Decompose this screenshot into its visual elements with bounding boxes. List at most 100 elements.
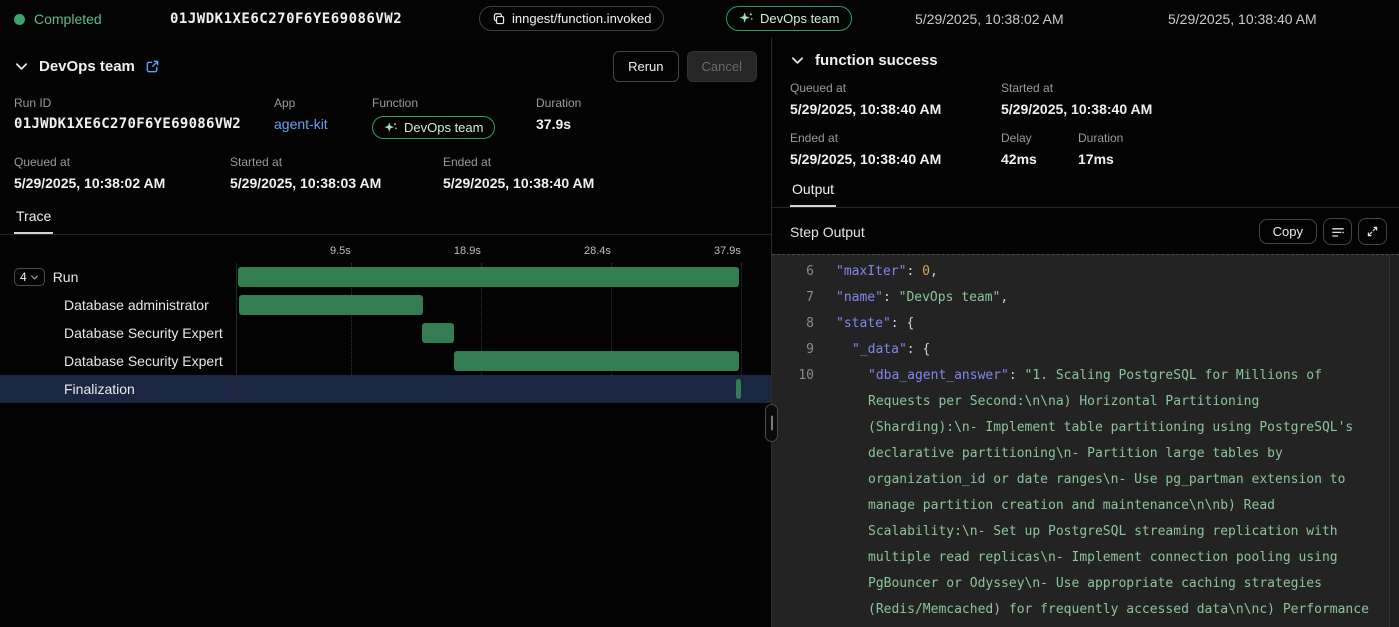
main-split: DevOps team Rerun Cancel Run ID 01JWDK1X… bbox=[0, 38, 1399, 627]
code-text: "_data": { bbox=[852, 337, 958, 363]
tab-trace[interactable]: Trace bbox=[14, 204, 53, 234]
step-duration-label: Duration bbox=[1078, 131, 1123, 145]
step-details-panel: function success Queued at 5/29/2025, 10… bbox=[772, 38, 1399, 627]
trace-row-label: Database administrator bbox=[64, 297, 209, 313]
code-line: 8"state": { bbox=[772, 311, 1399, 337]
code-text: "dba_agent_answer": "1. Scaling PostgreS… bbox=[868, 363, 1399, 627]
function-badge-label: DevOps team bbox=[404, 120, 483, 135]
trace-row-name: Database Security Expert bbox=[0, 347, 237, 375]
trace-row[interactable]: Database Security Expert bbox=[0, 319, 771, 347]
copy-stack-icon bbox=[492, 12, 506, 26]
axis-tick-label: 18.9s bbox=[454, 245, 481, 257]
step-ended-value: 5/29/2025, 10:38:40 AM bbox=[790, 151, 1001, 167]
status-label: Completed bbox=[34, 11, 102, 27]
code-lines: 6"maxIter": 0,7"name": "DevOps team",8"s… bbox=[772, 259, 1399, 627]
step-output-toolbar: Step Output Copy bbox=[772, 208, 1399, 254]
event-badge-label: inngest/function.invoked bbox=[512, 11, 651, 26]
function-badge-topbar-label: DevOps team bbox=[760, 11, 839, 26]
trace-row-name: Finalization bbox=[0, 375, 237, 403]
step-queued-label: Queued at bbox=[790, 81, 1001, 95]
event-badge[interactable]: inngest/function.invoked bbox=[479, 6, 664, 31]
ended-at-label: Ended at bbox=[443, 155, 594, 169]
started-at-value: 5/29/2025, 10:38:03 AM bbox=[230, 175, 443, 191]
status-dot bbox=[14, 14, 25, 25]
code-viewer: 6"maxIter": 0,7"name": "DevOps team",8"s… bbox=[772, 254, 1399, 627]
copy-button[interactable]: Copy bbox=[1259, 219, 1317, 244]
trace-tabs: Trace bbox=[0, 204, 771, 235]
step-started-label: Started at bbox=[1001, 81, 1152, 95]
axis-tick-label: 37.9s bbox=[714, 245, 741, 257]
line-number: 7 bbox=[772, 285, 814, 311]
trace-span-bar[interactable] bbox=[238, 267, 739, 287]
code-text: "maxIter": 0, bbox=[836, 259, 966, 285]
code-line: 9 "_data": { bbox=[772, 337, 1399, 363]
duration-label: Duration bbox=[536, 96, 581, 110]
trace-row-label: Database Security Expert bbox=[64, 325, 223, 341]
function-badge-topbar[interactable]: DevOps team bbox=[726, 6, 852, 31]
trace-row[interactable]: Finalization bbox=[0, 375, 771, 403]
trace-row[interactable]: 4Run bbox=[0, 263, 771, 291]
trace-rows: 4Run Database administrator Database Secur… bbox=[0, 263, 771, 403]
trace-span-bar[interactable] bbox=[736, 379, 741, 399]
trace-axis: 9.5s 18.9s 28.4s 37.9s bbox=[237, 245, 745, 263]
run-panel-title: DevOps team bbox=[39, 58, 135, 75]
step-output-title: Step Output bbox=[790, 224, 865, 240]
cancel-button[interactable]: Cancel bbox=[687, 51, 757, 82]
trace-row-lane bbox=[237, 347, 745, 375]
run-details-panel: DevOps team Rerun Cancel Run ID 01JWDK1X… bbox=[0, 38, 772, 627]
chevron-down-icon bbox=[30, 273, 39, 282]
step-ended-label: Ended at bbox=[790, 131, 1001, 145]
axis-tick-label: 9.5s bbox=[330, 245, 351, 257]
app-link[interactable]: agent-kit bbox=[274, 116, 372, 132]
code-scrollbar[interactable] bbox=[1389, 255, 1399, 627]
word-wrap-button[interactable] bbox=[1323, 218, 1352, 245]
code-line: 6"maxIter": 0, bbox=[772, 259, 1399, 285]
tab-output[interactable]: Output bbox=[790, 177, 836, 207]
code-line: 7"name": "DevOps team", bbox=[772, 285, 1399, 311]
step-duration-value: 17ms bbox=[1078, 151, 1123, 167]
run-id-label: Run ID bbox=[14, 96, 274, 110]
expand-icon bbox=[1365, 224, 1380, 239]
trace-timeline: 9.5s 18.9s 28.4s 37.9s 4Run Database adminis… bbox=[0, 245, 771, 403]
trace-row-lane bbox=[237, 263, 745, 291]
step-started-value: 5/29/2025, 10:38:40 AM bbox=[1001, 101, 1152, 117]
trace-row-label: Finalization bbox=[64, 381, 135, 397]
line-number: 10 bbox=[772, 363, 814, 627]
topbar-ended-time: 5/29/2025, 10:38:40 AM bbox=[1168, 11, 1317, 27]
duration-value: 37.9s bbox=[536, 116, 581, 132]
code-line: 10"dba_agent_answer": "1. Scaling Postgr… bbox=[772, 363, 1399, 627]
trace-span-bar[interactable] bbox=[422, 323, 454, 343]
trace-row-lane bbox=[237, 375, 745, 403]
axis-tick-label: 28.4s bbox=[584, 245, 611, 257]
expand-button[interactable] bbox=[1358, 218, 1387, 245]
external-link-icon[interactable] bbox=[145, 59, 160, 74]
trace-span-bar[interactable] bbox=[454, 351, 738, 371]
trace-row-lane bbox=[237, 291, 745, 319]
sparkle-icon bbox=[739, 11, 754, 26]
collapse-chevron-icon[interactable] bbox=[790, 53, 805, 68]
trace-row[interactable]: Database administrator bbox=[0, 291, 771, 319]
panel-resize-handle[interactable] bbox=[765, 404, 778, 442]
collapse-chevron-icon[interactable] bbox=[14, 59, 29, 74]
line-number: 9 bbox=[772, 337, 814, 363]
started-at-label: Started at bbox=[230, 155, 443, 169]
output-tabs: Output bbox=[772, 177, 1399, 208]
step-count: 4 bbox=[20, 270, 27, 284]
queued-at-value: 5/29/2025, 10:38:02 AM bbox=[14, 175, 230, 191]
step-queued-value: 5/29/2025, 10:38:40 AM bbox=[790, 101, 1001, 117]
step-delay-value: 42ms bbox=[1001, 151, 1078, 167]
app-label: App bbox=[274, 96, 372, 110]
run-id-topbar: 01JWDK1XE6C270F6YE69086VW2 bbox=[170, 11, 402, 27]
step-count-toggle[interactable]: 4 bbox=[14, 268, 45, 286]
step-panel-title: function success bbox=[815, 52, 938, 69]
rerun-button[interactable]: Rerun bbox=[613, 51, 678, 82]
function-label: Function bbox=[372, 96, 536, 110]
queued-at-label: Queued at bbox=[14, 155, 230, 169]
top-bar: Completed 01JWDK1XE6C270F6YE69086VW2 inn… bbox=[0, 0, 1399, 38]
trace-row-name: Database administrator bbox=[0, 291, 237, 319]
trace-row-label: Database Security Expert bbox=[64, 353, 223, 369]
trace-row[interactable]: Database Security Expert bbox=[0, 347, 771, 375]
function-badge[interactable]: DevOps team bbox=[372, 116, 495, 139]
trace-span-bar[interactable] bbox=[239, 295, 423, 315]
topbar-queued-time: 5/29/2025, 10:38:02 AM bbox=[915, 11, 1064, 27]
